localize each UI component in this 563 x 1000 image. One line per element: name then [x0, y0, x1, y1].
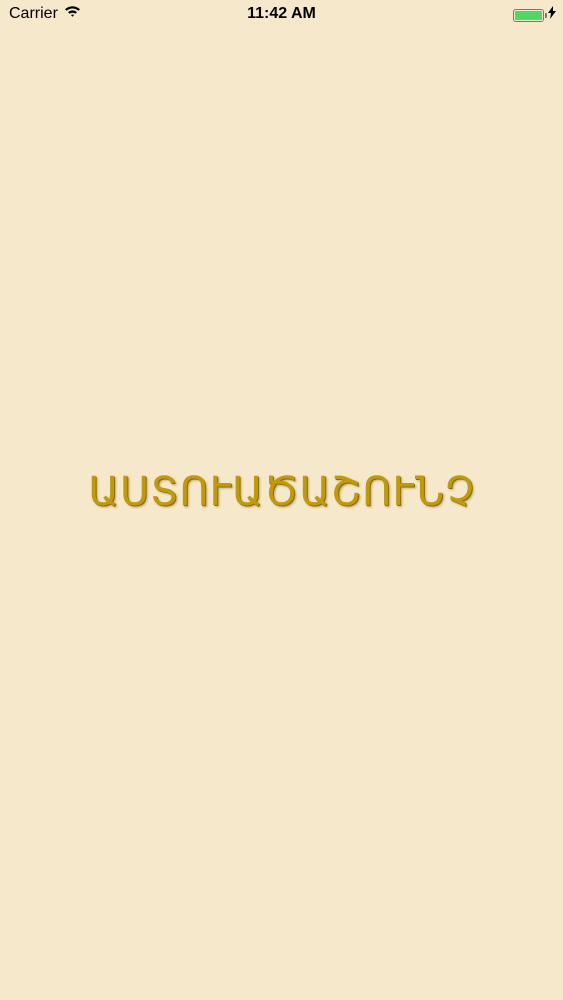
- status-time: 11:42 AM: [247, 5, 316, 22]
- title-container: ԱՍՏՈՒԱԾԱՇՈՒՆՉ: [0, 462, 563, 522]
- status-bar: Carrier 11:42 AM: [0, 0, 563, 28]
- battery-icon: [513, 8, 547, 22]
- app-title: ԱՍՏՈՒԱԾԱՇՈՒՆՉ: [88, 469, 475, 515]
- battery-tip: [545, 12, 547, 18]
- charging-bolt-icon: [548, 6, 556, 24]
- battery-group: [513, 6, 556, 24]
- battery-level: [515, 10, 542, 20]
